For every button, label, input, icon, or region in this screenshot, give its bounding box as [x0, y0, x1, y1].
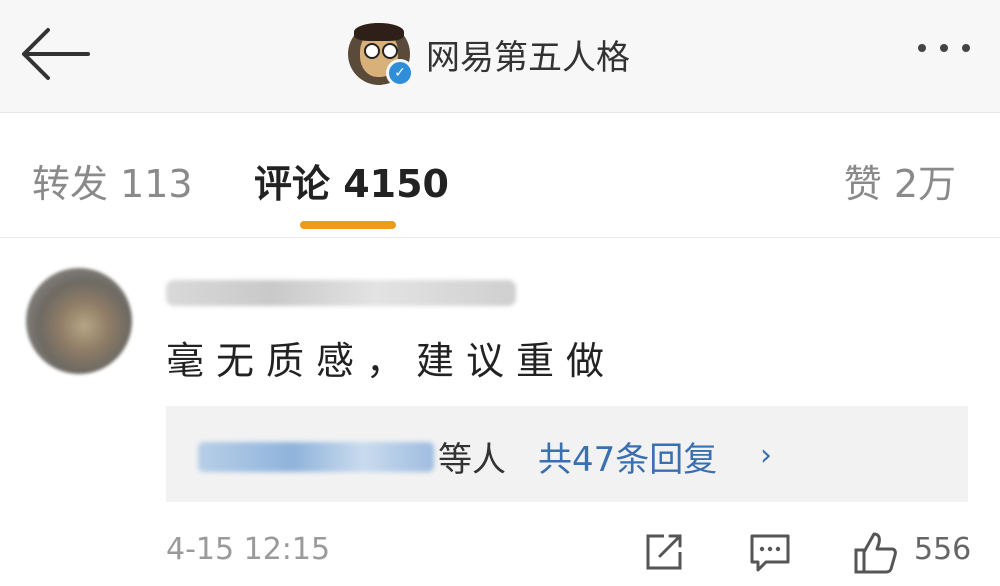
commenter-avatar[interactable] — [26, 268, 132, 374]
more-icon — [918, 44, 926, 52]
page-title: 网易第五人格 — [426, 37, 630, 78]
tab-like[interactable]: 赞 2万 — [844, 153, 956, 208]
comment-item: 毫无质感，建议重做 等人 共47条回复 › 4-15 12:15 556 — [0, 238, 1000, 586]
commenter-name-blurred[interactable] — [166, 280, 516, 306]
comment-footer: 4-15 12:15 556 — [0, 528, 1000, 584]
thumbs-up-icon — [854, 532, 897, 574]
comment-text: 毫无质感，建议重做 — [166, 339, 617, 383]
chevron-right-icon: › — [760, 438, 772, 473]
tab-bar: 转发 113 评论 4150 赞 2万 — [0, 113, 1000, 238]
reply-preview[interactable]: 等人 共47条回复 › — [166, 406, 968, 502]
comment-icon — [750, 534, 790, 572]
share-button[interactable] — [642, 530, 686, 578]
more-button[interactable] — [918, 44, 970, 52]
back-button[interactable] — [18, 26, 90, 82]
avatar[interactable]: ✓ — [348, 23, 414, 87]
like-count: 556 — [914, 532, 972, 567]
reply-suffix: 等人 — [438, 440, 506, 480]
active-tab-indicator — [300, 221, 396, 229]
reply-button[interactable] — [748, 530, 792, 578]
reply-total-link[interactable]: 共47条回复 — [538, 432, 717, 481]
like-button[interactable] — [852, 530, 898, 580]
avatar-eye-right — [382, 43, 398, 59]
share-icon — [646, 534, 682, 570]
back-arrow-icon — [22, 28, 90, 80]
tab-repost[interactable]: 转发 113 — [32, 153, 193, 208]
replier-names-blurred — [198, 442, 434, 472]
top-bar: ✓ 网易第五人格 — [0, 0, 1000, 113]
avatar-hair — [354, 23, 404, 41]
avatar-eye-left — [364, 43, 380, 59]
more-icon-dot — [962, 44, 970, 52]
account-title[interactable]: ✓ 网易第五人格 — [348, 20, 630, 88]
tab-comment[interactable]: 评论 4150 — [254, 153, 449, 208]
verified-icon: ✓ — [386, 59, 414, 87]
more-icon-dot — [940, 44, 948, 52]
comment-time: 4-15 12:15 — [166, 532, 331, 567]
